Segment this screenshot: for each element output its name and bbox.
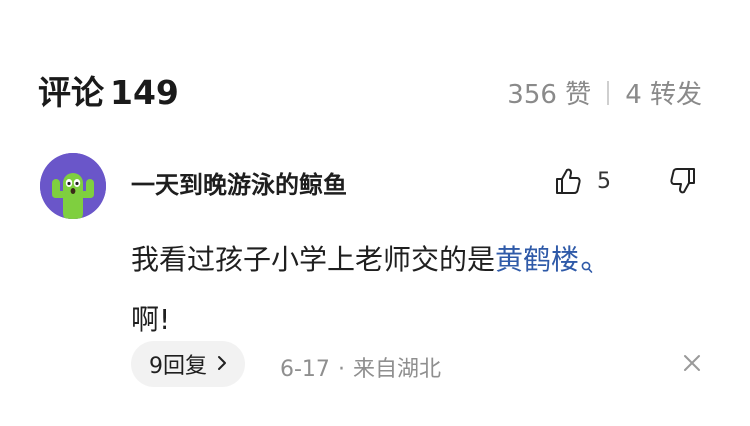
like-button[interactable]: 5 bbox=[553, 166, 611, 196]
comments-title: 评论 149 bbox=[38, 66, 179, 114]
thumbs-down-icon bbox=[670, 168, 695, 194]
comment-meta: 6-17 · 来自湖北 bbox=[280, 351, 441, 383]
like-count: 5 bbox=[597, 168, 611, 194]
post-stats: 356 赞 4 转发 bbox=[507, 74, 702, 111]
cactus-avatar-icon bbox=[40, 153, 106, 219]
comment-location: 来自湖北 bbox=[352, 357, 441, 382]
close-icon bbox=[684, 355, 700, 371]
dislike-button[interactable] bbox=[668, 166, 698, 200]
comment-author[interactable]: 一天到晚游泳的鲸鱼 bbox=[131, 165, 347, 200]
replies-label: 9回复 bbox=[149, 354, 207, 379]
comment-text-after: 啊! bbox=[131, 303, 171, 336]
close-button[interactable] bbox=[682, 353, 702, 377]
likes-stat[interactable]: 356 赞 bbox=[507, 74, 591, 111]
keyword-link[interactable]: 黄鹤楼 bbox=[495, 243, 579, 276]
search-icon[interactable] bbox=[581, 239, 593, 293]
view-replies-button[interactable]: 9回复 bbox=[131, 341, 245, 387]
stat-divider bbox=[607, 80, 610, 105]
comments-count: 149 bbox=[110, 73, 179, 112]
chevron-right-icon bbox=[217, 352, 227, 377]
avatar[interactable] bbox=[40, 153, 106, 219]
comment-date: 6-17 bbox=[280, 357, 330, 382]
meta-separator: · bbox=[337, 357, 345, 382]
reposts-stat[interactable]: 4 转发 bbox=[625, 74, 702, 111]
thumbs-up-icon bbox=[556, 168, 581, 194]
comment-text-before: 我看过孩子小学上老师交的是 bbox=[131, 243, 496, 276]
comment-text: 我看过孩子小学上老师交的是黄鹤楼啊! bbox=[131, 233, 701, 347]
comments-title-label: 评论 bbox=[38, 73, 104, 112]
comments-header: 评论 149 356 赞 4 转发 bbox=[38, 64, 702, 116]
